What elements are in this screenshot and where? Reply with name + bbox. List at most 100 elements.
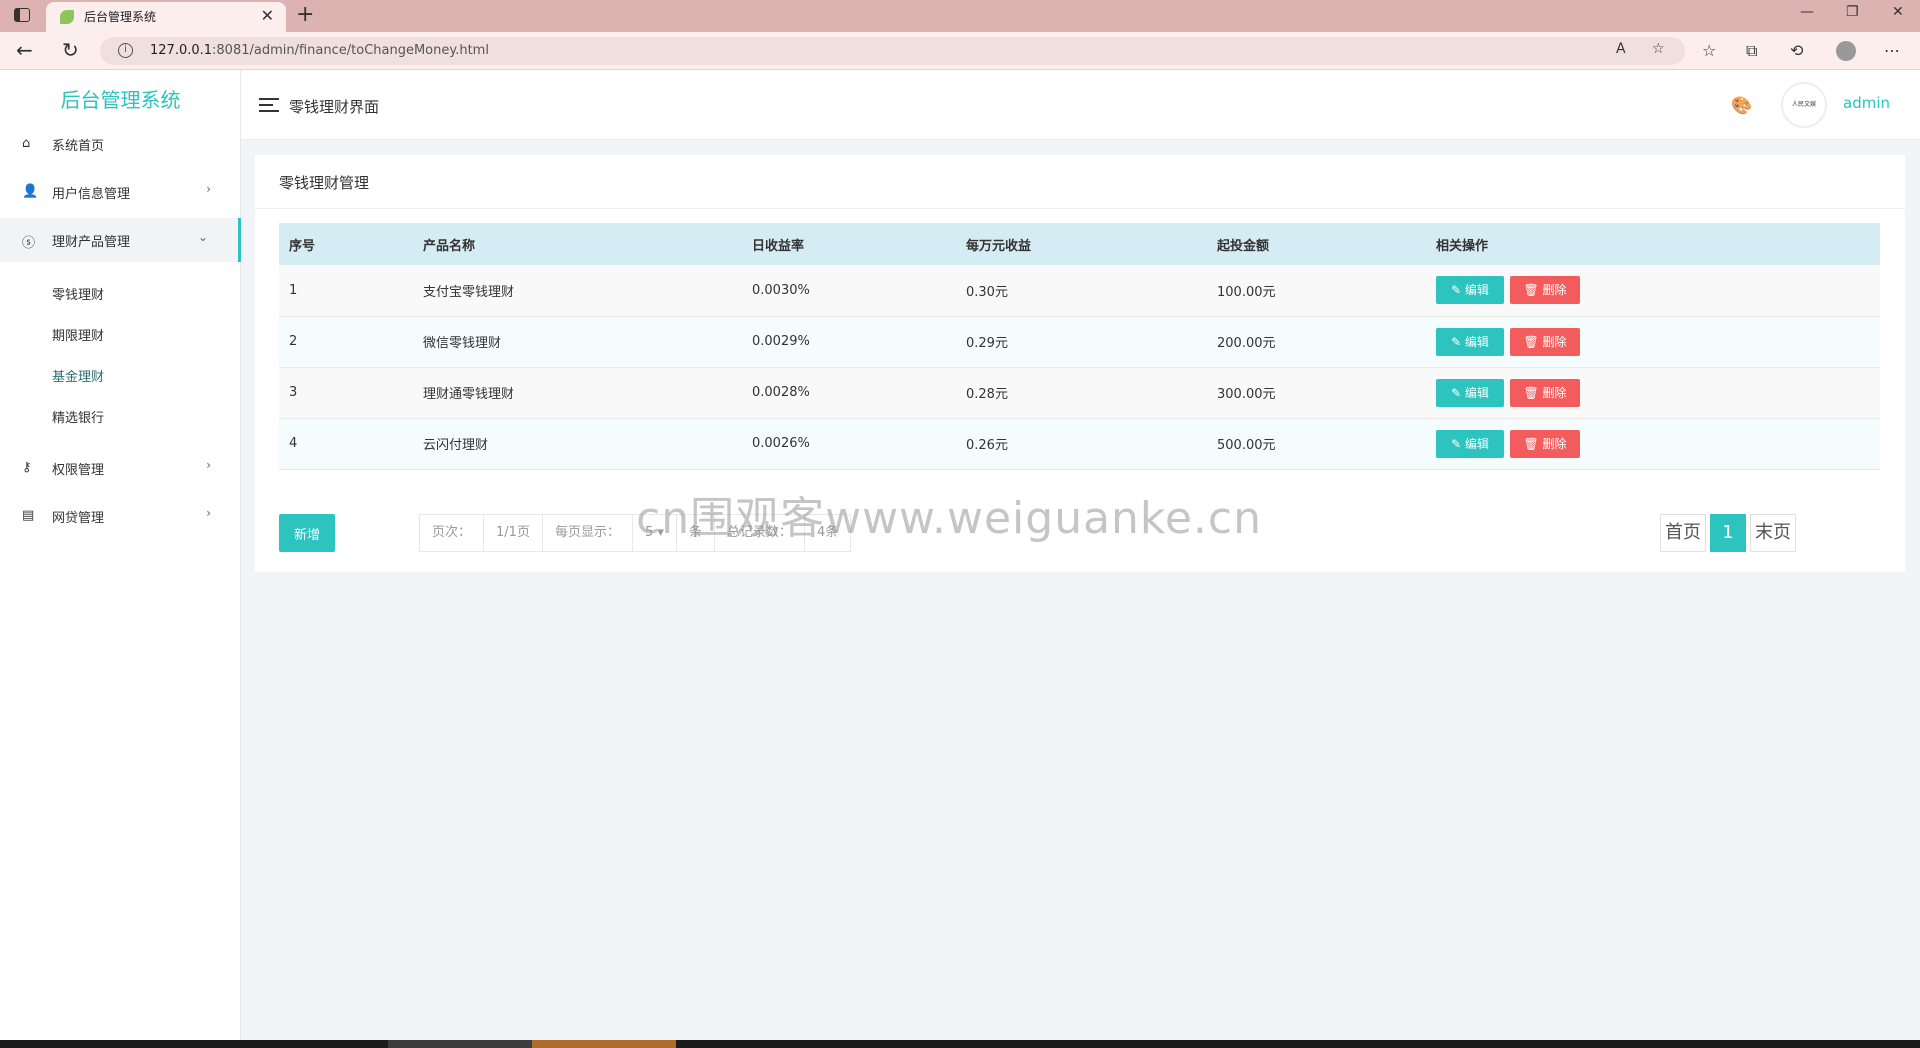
- card-title: 零钱理财管理: [279, 174, 370, 192]
- avatar[interactable]: 人民文娱: [1781, 82, 1827, 128]
- leaf-favicon-icon: [60, 10, 74, 24]
- top-header: 零钱理财界面 🎨 人民文娱 admin: [241, 70, 1920, 140]
- finance-table: 序号 产品名称 日收益率 每万元收益 起投金额 相关操作 1 支付宝零钱理财 0…: [279, 223, 1880, 470]
- minimize-icon[interactable]: —: [1800, 4, 1814, 20]
- cell-id: 1: [279, 265, 413, 317]
- sidebar: 后台管理系统 ⌂ 系统首页 👤 用户信息管理 › ⓢ 理财产品管理 ⌄ 零钱理财…: [0, 70, 241, 1048]
- table-header-row: 序号 产品名称 日收益率 每万元收益 起投金额 相关操作: [279, 223, 1880, 265]
- page-label: 页次：: [420, 515, 485, 551]
- sidebar-sub-change-money[interactable]: 零钱理财: [52, 284, 104, 303]
- edit-button[interactable]: ✎ 编辑: [1436, 327, 1504, 356]
- money-icon: ⓢ: [22, 236, 36, 251]
- menu-toggle-icon[interactable]: [259, 98, 279, 112]
- sidebar-item-loans[interactable]: ▤ 网贷管理 ›: [0, 494, 241, 538]
- tab-close-icon[interactable]: ✕: [261, 6, 274, 25]
- sidebar-item-permissions[interactable]: ⚷ 权限管理 ›: [0, 446, 241, 490]
- per-page-label: 每页显示：: [543, 515, 633, 551]
- edit-button[interactable]: ✎ 编辑: [1436, 378, 1504, 407]
- table-row: 1 支付宝零钱理财 0.0030% 0.30元 100.00元 ✎ 编辑 🗑 删除: [279, 265, 1880, 317]
- cell-min: 200.00元: [1207, 316, 1426, 368]
- delete-button[interactable]: 🗑 删除: [1510, 276, 1580, 305]
- cell-id: 4: [279, 418, 413, 470]
- column-header: 每万元收益: [956, 223, 1207, 265]
- delete-button[interactable]: 🗑 删除: [1510, 378, 1580, 407]
- url-input[interactable]: i 127.0.0.1:8081/admin/finance/toChangeM…: [100, 37, 1685, 65]
- cell-actions: ✎ 编辑 🗑 删除: [1426, 316, 1880, 368]
- cell-min: 500.00元: [1207, 418, 1426, 470]
- profile-icon[interactable]: [1836, 41, 1856, 61]
- edit-button[interactable]: ✎ 编辑: [1436, 429, 1504, 458]
- cell-id: 2: [279, 316, 413, 368]
- column-header: 起投金额: [1207, 223, 1426, 265]
- history-icon[interactable]: ⟲: [1790, 41, 1803, 60]
- last-page-button[interactable]: 末页: [1750, 514, 1796, 552]
- more-icon[interactable]: ⋯: [1884, 41, 1900, 60]
- sidebar-sub-fund-finance[interactable]: 基金理财: [52, 366, 104, 385]
- sidebar-item-label: 权限管理: [52, 463, 105, 478]
- new-tab-icon[interactable]: +: [296, 2, 314, 27]
- taskbar: [0, 1040, 1920, 1048]
- cell-id: 3: [279, 367, 413, 419]
- add-button[interactable]: 新增: [279, 514, 335, 552]
- column-header: 序号: [279, 223, 413, 265]
- sidebar-sub-term-finance[interactable]: 期限理财: [52, 325, 104, 344]
- cell-actions: ✎ 编辑 🗑 删除: [1426, 367, 1880, 419]
- cell-name: 支付宝零钱理财: [413, 265, 742, 317]
- read-aloud-icon[interactable]: A: [1616, 41, 1626, 57]
- table-row: 4 云闪付理财 0.0026% 0.26元 500.00元 ✎ 编辑 🗑 删除: [279, 418, 1880, 470]
- cell-rate: 0.0030%: [742, 265, 956, 317]
- watermark: cn围观客www.weiguanke.cn: [636, 493, 1262, 544]
- cell-actions: ✎ 编辑 🗑 删除: [1426, 418, 1880, 470]
- divider: [255, 208, 1905, 209]
- cell-per10k: 0.26元: [956, 418, 1207, 470]
- chevron-right-icon: ›: [206, 506, 211, 520]
- pagination-nav: 首页 1 末页: [1660, 514, 1796, 552]
- edit-button[interactable]: ✎ 编辑: [1436, 276, 1504, 305]
- sidebar-sub-selected-banks[interactable]: 精选银行: [52, 407, 104, 426]
- taskbar-item[interactable]: [532, 1040, 676, 1048]
- home-icon: ⌂: [22, 136, 31, 151]
- first-page-button[interactable]: 首页: [1660, 514, 1706, 552]
- user-gear-icon: 👤: [22, 184, 39, 199]
- tab-actions-icon[interactable]: [14, 8, 30, 22]
- cell-per10k: 0.30元: [956, 265, 1207, 317]
- add-favorite-icon[interactable]: ☆: [1652, 41, 1665, 57]
- user-name[interactable]: admin: [1843, 94, 1890, 112]
- sidebar-item-users[interactable]: 👤 用户信息管理 ›: [0, 170, 241, 214]
- cell-min: 300.00元: [1207, 367, 1426, 419]
- palette-icon[interactable]: 🎨: [1731, 96, 1752, 116]
- table-row: 3 理财通零钱理财 0.0028% 0.28元 300.00元 ✎ 编辑 🗑 删除: [279, 367, 1880, 419]
- sidebar-item-label: 网贷管理: [52, 511, 105, 526]
- column-header: 相关操作: [1426, 223, 1880, 265]
- delete-button[interactable]: 🗑 删除: [1510, 429, 1580, 458]
- page-value: 1/1页: [484, 515, 543, 551]
- close-window-icon[interactable]: ✕: [1892, 4, 1904, 20]
- cell-per10k: 0.29元: [956, 316, 1207, 368]
- cell-name: 云闪付理财: [413, 418, 742, 470]
- column-header: 日收益率: [742, 223, 956, 265]
- browser-tab-bar: 后台管理系统 ✕ + — ❐ ✕: [0, 0, 1920, 32]
- info-icon[interactable]: i: [118, 43, 133, 58]
- browser-tab[interactable]: 后台管理系统 ✕: [46, 2, 286, 32]
- reload-icon[interactable]: ↻: [62, 38, 79, 62]
- delete-button[interactable]: 🗑 删除: [1510, 327, 1580, 356]
- sidebar-item-home[interactable]: ⌂ 系统首页: [0, 122, 241, 166]
- browser-address-bar: ← ↻ i 127.0.0.1:8081/admin/finance/toCha…: [0, 32, 1920, 70]
- sidebar-item-label: 系统首页: [52, 139, 105, 154]
- cell-per10k: 0.28元: [956, 367, 1207, 419]
- chevron-right-icon: ›: [206, 458, 211, 472]
- current-page-button[interactable]: 1: [1710, 514, 1746, 552]
- sidebar-item-finance-products[interactable]: ⓢ 理财产品管理 ⌄: [0, 218, 241, 262]
- collections-icon[interactable]: ⧉: [1746, 41, 1757, 61]
- taskbar-item[interactable]: [388, 1040, 532, 1048]
- cell-rate: 0.0028%: [742, 367, 956, 419]
- cell-name: 微信零钱理财: [413, 316, 742, 368]
- back-icon[interactable]: ←: [16, 38, 33, 62]
- page-title: 零钱理财界面: [289, 98, 380, 116]
- restore-icon[interactable]: ❐: [1846, 4, 1859, 20]
- chevron-right-icon: ›: [206, 182, 211, 196]
- favorites-icon[interactable]: ☆: [1702, 41, 1716, 60]
- table-row: 2 微信零钱理财 0.0029% 0.29元 200.00元 ✎ 编辑 🗑 删除: [279, 316, 1880, 368]
- cell-rate: 0.0029%: [742, 316, 956, 368]
- sidebar-item-label: 理财产品管理: [52, 235, 131, 250]
